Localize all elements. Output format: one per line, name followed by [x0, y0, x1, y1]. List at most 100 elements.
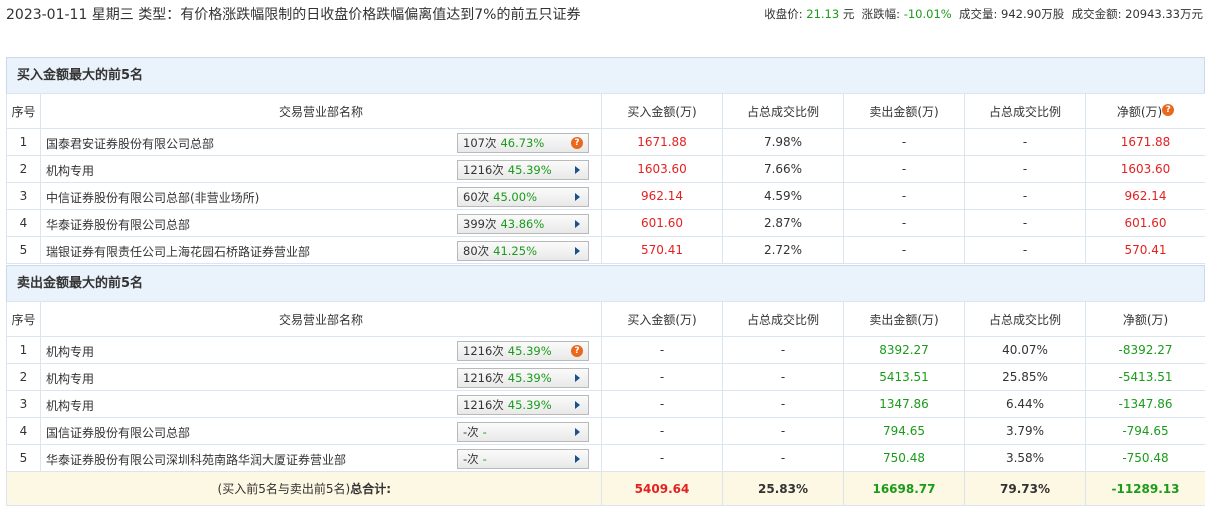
buy-ratio: -: [722, 363, 844, 391]
change-value: -10.01%: [903, 7, 952, 21]
buy-ratio: 7.66%: [722, 155, 844, 183]
branch-name[interactable]: 华泰证券股份有限公司总部: [46, 216, 190, 233]
col-buy-pct: 占总成交比例: [722, 301, 844, 337]
sell-ratio: 6.44%: [964, 390, 1086, 418]
arrow-right-icon[interactable]: [575, 374, 580, 382]
sell-table: 序号 交易营业部名称 买入金额(万) 占总成交比例 卖出金额(万) 占总成交比例…: [6, 301, 1205, 506]
branch-name[interactable]: 华泰证券股份有限公司深圳科苑南路华润大厦证券营业部: [46, 451, 346, 468]
branch-stat-box[interactable]: 1216次 45.39%: [457, 160, 589, 180]
col-buy: 买入金额(万): [601, 93, 723, 129]
row-no: 1: [6, 336, 41, 364]
branch-name[interactable]: 机构专用: [46, 343, 94, 360]
total-sell: 16698.77: [843, 471, 965, 506]
buy-ratio: -: [722, 417, 844, 445]
net-amount: 962.14: [1085, 182, 1205, 210]
col-sell: 卖出金额(万): [843, 93, 965, 129]
turnover-label: 成交金额:: [1071, 7, 1122, 21]
row-no: 3: [6, 390, 41, 418]
arrow-right-icon[interactable]: [575, 428, 580, 436]
branch-name[interactable]: 机构专用: [46, 397, 94, 414]
arrow-right-icon[interactable]: [575, 166, 580, 174]
branch-stat-box[interactable]: 107次 46.73%?: [457, 133, 589, 153]
sell-amount: 794.65: [843, 417, 965, 445]
branch-cell: 瑞银证券有限责任公司上海花园石桥路证券营业部 80次 41.25%: [40, 236, 602, 264]
net-amount: 570.41: [1085, 236, 1205, 264]
success-rate: 46.73%: [500, 136, 545, 150]
branch-cell: 机构专用 1216次 45.39%: [40, 155, 602, 183]
success-rate: -: [482, 425, 487, 439]
branch-cell: 华泰证券股份有限公司深圳科苑南路华润大厦证券营业部 -次 -: [40, 444, 602, 472]
branch-name[interactable]: 机构专用: [46, 370, 94, 387]
buy-amount: -: [601, 417, 723, 445]
branch-cell: 国信证券股份有限公司总部 -次 -: [40, 417, 602, 445]
branch-cell: 机构专用 1216次 45.39%?: [40, 336, 602, 364]
row-no: 3: [6, 182, 41, 210]
branch-name[interactable]: 国泰君安证券股份有限公司总部: [46, 135, 214, 152]
col-no: 序号: [6, 301, 41, 337]
buy-ratio: 2.87%: [722, 209, 844, 237]
close-unit: 元: [842, 7, 855, 21]
trade-count: 1216次: [463, 371, 504, 385]
sell-amount: 1347.86: [843, 390, 965, 418]
branch-cell: 机构专用 1216次 45.39%: [40, 390, 602, 418]
buy-amount: 1603.60: [601, 155, 723, 183]
net-amount: -794.65: [1085, 417, 1205, 445]
branch-cell: 华泰证券股份有限公司总部 399次 43.86%: [40, 209, 602, 237]
net-amount: -5413.51: [1085, 363, 1205, 391]
branch-name[interactable]: 机构专用: [46, 162, 94, 179]
trade-count: 107次: [463, 136, 497, 150]
question-icon[interactable]: ?: [571, 137, 583, 149]
branch-stat-box[interactable]: 1216次 45.39%?: [457, 341, 589, 361]
table-row: 1 国泰君安证券股份有限公司总部 107次 46.73%? 1671.88 7.98% - -…: [6, 128, 1205, 156]
sell-ratio: -: [964, 128, 1086, 156]
sell-ratio: -: [964, 155, 1086, 183]
success-rate: -: [482, 452, 487, 466]
arrow-right-icon[interactable]: [575, 401, 580, 409]
question-icon[interactable]: ?: [1162, 103, 1175, 116]
branch-stat-box[interactable]: 1216次 45.39%: [457, 395, 589, 415]
buy-amount: -: [601, 363, 723, 391]
arrow-right-icon[interactable]: [575, 220, 580, 228]
turnover-value: 20943.33万元: [1125, 7, 1203, 21]
sell-ratio: 3.79%: [964, 417, 1086, 445]
branch-name[interactable]: 瑞银证券有限责任公司上海花园石桥路证券营业部: [46, 243, 310, 260]
row-no: 1: [6, 128, 41, 156]
buy-amount: 601.60: [601, 209, 723, 237]
close-value: 21.13: [806, 7, 840, 21]
branch-stat-box[interactable]: -次 -: [457, 449, 589, 469]
question-icon[interactable]: ?: [571, 345, 583, 357]
branch-stat-box[interactable]: 80次 41.25%: [457, 241, 589, 261]
success-rate: 45.39%: [507, 398, 552, 412]
net-amount: -750.48: [1085, 444, 1205, 472]
branch-stat-box[interactable]: -次 -: [457, 422, 589, 442]
branch-cell: 中信证券股份有限公司总部(非营业场所) 60次 45.00%: [40, 182, 602, 210]
trade-count: 399次: [463, 217, 497, 231]
success-rate: 41.25%: [493, 244, 537, 258]
trade-count: -次: [463, 425, 479, 439]
change-label: 涨跌幅:: [861, 7, 901, 21]
branch-name[interactable]: 中信证券股份有限公司总部(非营业场所): [46, 189, 259, 206]
buy-ratio: -: [722, 390, 844, 418]
col-no: 序号: [6, 93, 41, 129]
arrow-right-icon[interactable]: [575, 455, 580, 463]
arrow-right-icon[interactable]: [575, 193, 580, 201]
sell-section-title: 卖出金额最大的前5名: [6, 265, 1205, 301]
table-row: 3 机构专用 1216次 45.39% - -1347.86 6.44% -1347.86: [6, 390, 1205, 418]
branch-stat-box[interactable]: 1216次 45.39%: [457, 368, 589, 388]
volume-value: 942.90万股: [1001, 7, 1065, 21]
arrow-right-icon[interactable]: [575, 247, 580, 255]
col-buy: 买入金额(万): [601, 301, 723, 337]
branch-name[interactable]: 国信证券股份有限公司总部: [46, 424, 190, 441]
table-row: 3 中信证券股份有限公司总部(非营业场所) 60次 45.00% 962.14 4.59%…: [6, 182, 1205, 210]
sell-amount: 5413.51: [843, 363, 965, 391]
net-amount: 1603.60: [1085, 155, 1205, 183]
buy-ratio: -: [722, 336, 844, 364]
trade-count: 60次: [463, 190, 490, 204]
buy-section-title: 买入金额最大的前5名: [6, 57, 1205, 93]
sell-amount: 8392.27: [843, 336, 965, 364]
branch-stat-box[interactable]: 399次 43.86%: [457, 214, 589, 234]
buy-amount: -: [601, 336, 723, 364]
branch-stat-box[interactable]: 60次 45.00%: [457, 187, 589, 207]
col-net: 净额(万)?: [1085, 93, 1205, 129]
trade-count: -次: [463, 452, 479, 466]
